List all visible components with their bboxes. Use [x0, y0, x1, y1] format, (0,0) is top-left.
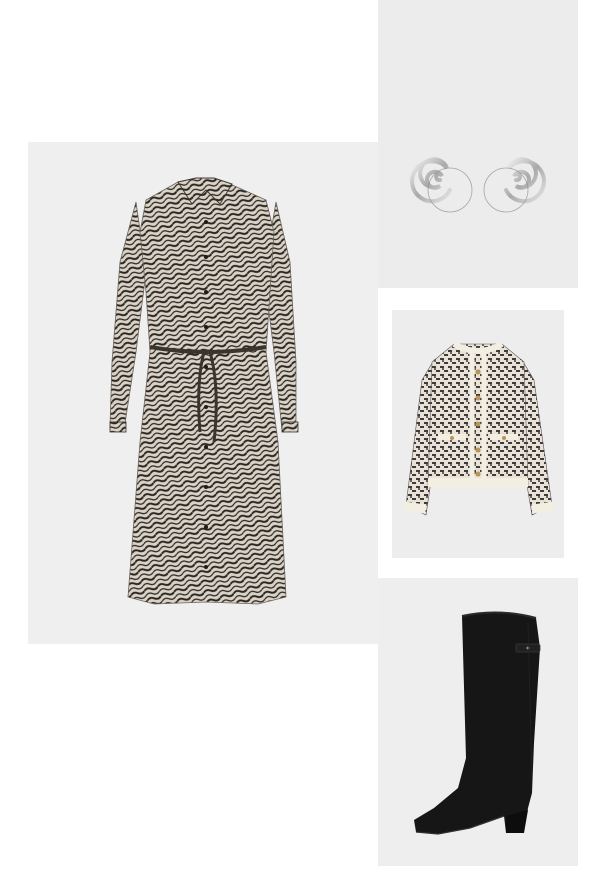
spiral-earrings-illustration [410, 157, 546, 213]
tweed-cardigan-illustration [403, 341, 555, 516]
cardigan-product-image[interactable] [392, 310, 564, 558]
dress-product-image[interactable] [28, 142, 378, 644]
boot-product-image[interactable] [378, 578, 578, 866]
shirt-dress-illustration [109, 177, 299, 605]
earrings-product-image[interactable] [378, 0, 578, 288]
black-knee-boot-illustration [414, 611, 541, 835]
